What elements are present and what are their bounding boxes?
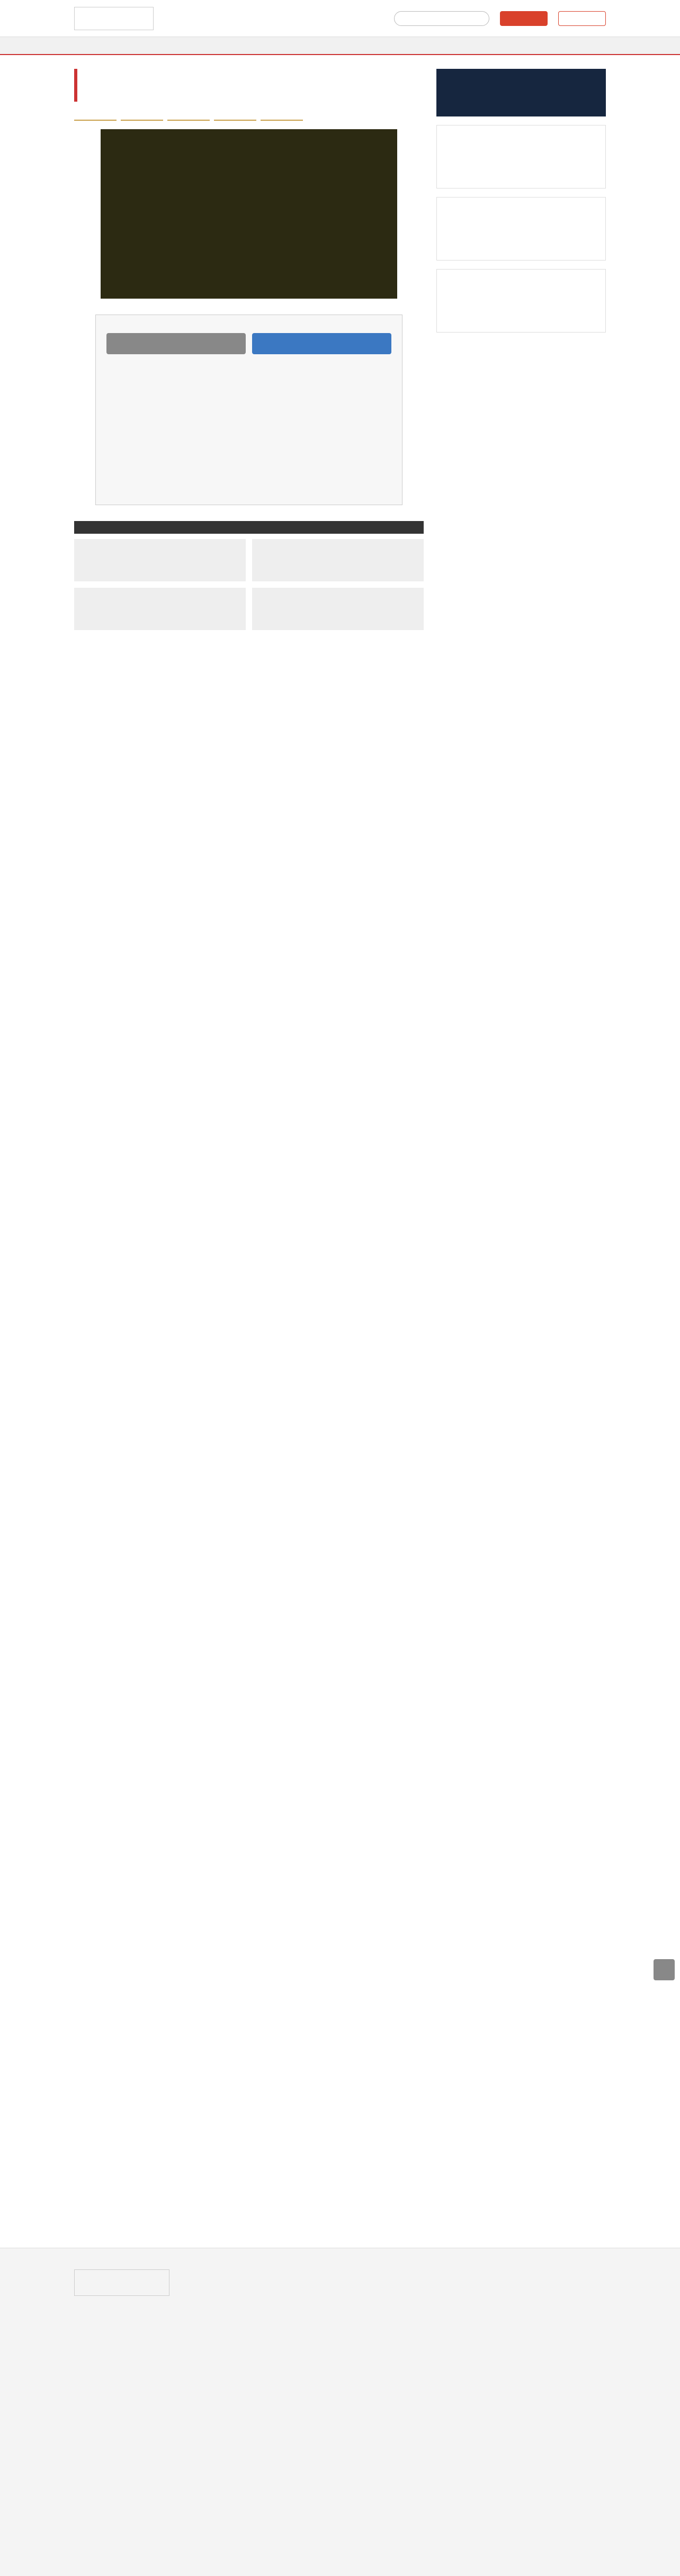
- category-nav: [0, 37, 680, 55]
- paywall-register-button[interactable]: [252, 333, 391, 354]
- article-pager: [74, 109, 424, 121]
- page-tab[interactable]: [167, 109, 210, 121]
- article-main: [74, 69, 424, 630]
- hero-image: [101, 129, 397, 299]
- related-tile[interactable]: [252, 588, 424, 630]
- page-tab[interactable]: [261, 109, 303, 121]
- breadcrumb: [0, 55, 680, 69]
- related-tile[interactable]: [74, 539, 246, 581]
- sidebar-box: [436, 197, 606, 261]
- related-grid: [74, 539, 424, 630]
- top-header: [0, 0, 680, 37]
- sidebar-banner[interactable]: [436, 69, 606, 116]
- paywall-box: [95, 315, 402, 505]
- login-button[interactable]: [558, 11, 606, 26]
- article-title-box: [74, 69, 424, 102]
- section-header: [74, 521, 424, 534]
- footer-logo[interactable]: [74, 2269, 169, 2296]
- paywall-login-button[interactable]: [106, 333, 246, 354]
- sidebar: [436, 69, 606, 630]
- article-title: [83, 72, 418, 88]
- page-tab[interactable]: [74, 109, 117, 121]
- scroll-top-button[interactable]: [654, 1959, 675, 1980]
- site-logo[interactable]: [74, 6, 154, 30]
- page: [0, 0, 680, 2576]
- site-footer: [0, 2248, 680, 2576]
- page-tab[interactable]: [121, 109, 163, 121]
- page-tab[interactable]: [214, 109, 256, 121]
- content-layout: [0, 69, 680, 630]
- ranking-box: [436, 125, 606, 189]
- related-tile[interactable]: [252, 539, 424, 581]
- related-tile[interactable]: [74, 588, 246, 630]
- register-button[interactable]: [500, 11, 548, 26]
- article-subtitle: [83, 88, 418, 98]
- sidebar-box: [436, 269, 606, 333]
- search-input[interactable]: [394, 11, 489, 26]
